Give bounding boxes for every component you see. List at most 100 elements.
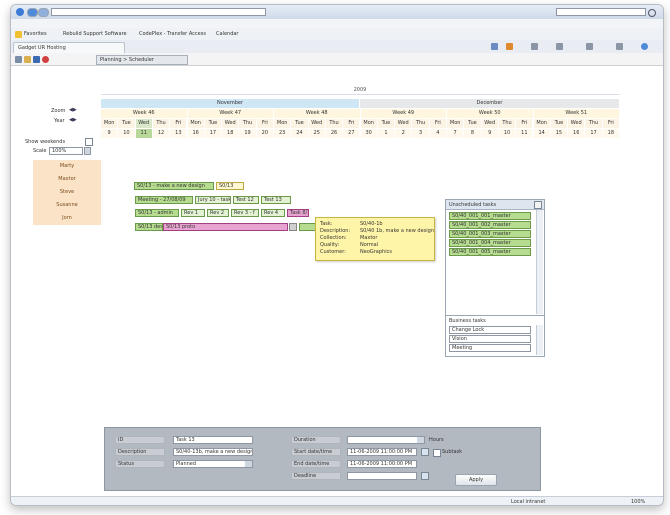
day-number-cell[interactable]: 20 [256,129,274,138]
description-field[interactable]: S0/40-13b, make a new design [173,448,253,456]
tools-menu-icon[interactable] [616,43,623,50]
day-number-cell[interactable]: 18 [602,129,620,138]
business-scrollbar[interactable] [536,325,543,355]
task-bar[interactable]: Test 12 [233,196,259,204]
day-number-cell[interactable]: 23 [274,129,292,138]
feed-icon[interactable] [506,43,513,50]
task-bar[interactable]: Rev 3 - f [231,209,259,217]
unscheduled-task-item[interactable]: S0/40_001_004_master [449,239,531,247]
day-number-cell[interactable]: 4 [429,129,447,138]
help-icon[interactable] [641,43,648,50]
unscheduled-scrollbar[interactable] [536,210,543,314]
new-icon[interactable] [15,56,22,63]
day-number-cell[interactable]: 12 [152,129,171,138]
address-bar[interactable] [51,8,266,16]
end-datetime-field[interactable]: 11-06-2009 11:00:00 PM [347,460,417,468]
print-icon[interactable] [531,43,538,50]
business-task-item[interactable]: Vision [449,335,531,343]
favorites-item[interactable]: CodePlex - Transfer Access [139,31,206,37]
day-number-cell[interactable]: 27 [343,129,361,138]
task-bar[interactable]: Test 13 [261,196,291,204]
day-number-cell[interactable]: 7 [447,129,465,138]
deadline-field[interactable] [347,472,417,480]
task-bar[interactable]: Rev 4 [261,209,285,217]
subtask-checkbox[interactable] [433,449,441,457]
favorites-item[interactable]: Rebuild Support Software [63,31,127,37]
search-box[interactable] [556,8,646,16]
duration-field[interactable] [347,436,425,444]
day-number-cell[interactable]: 16 [187,129,205,138]
day-number-cell[interactable]: 1 [377,129,396,138]
task-bar[interactable]: S0/13 [216,182,244,190]
status-dropdown-arrow[interactable] [245,461,252,467]
resource-row-maxtor[interactable]: Maxtor [33,173,101,187]
day-number-cell[interactable]: 17 [204,129,223,138]
open-icon[interactable] [24,56,31,63]
close-icon[interactable] [534,201,542,209]
task-bar-selected[interactable]: Task 8/13 [287,209,309,217]
id-field[interactable]: Task 13 [173,436,253,444]
task-bar[interactable]: S0/13 design review [135,223,163,231]
day-number-cell[interactable]: 26 [325,129,344,138]
task-bar[interactable]: Rev 1 [181,209,205,217]
breadcrumb[interactable]: Planning > Scheduler [96,55,188,65]
day-number-cell[interactable]: 14 [533,129,551,138]
resource-row-marty[interactable]: Marty [33,160,101,174]
task-bar[interactable]: S0/13 proto [163,223,288,231]
star-icon[interactable] [15,31,22,38]
forward-button[interactable] [38,8,49,17]
day-number-cell[interactable]: 30 [360,129,378,138]
day-number-cell[interactable]: 8 [464,129,482,138]
day-number-cell[interactable]: 19 [239,129,257,138]
resource-row-susanne[interactable]: Susanne [33,199,101,213]
day-number-cell[interactable]: 16 [568,129,586,138]
save-icon[interactable] [33,56,40,63]
status-select[interactable]: Planned [173,460,253,468]
favorites-item[interactable]: Calendar [216,31,238,37]
safety-menu-icon[interactable] [586,43,593,50]
unscheduled-task-item[interactable]: S0/40_001_005_master [449,248,531,256]
favorites-item[interactable]: Favorites [24,31,47,37]
duration-dropdown-arrow[interactable] [417,437,424,443]
refresh-icon[interactable] [42,56,49,63]
task-bar[interactable]: Jury 10 - task [195,196,231,204]
zoom-arrows[interactable]: ◀▶ [69,107,77,113]
day-number-cell[interactable]: 13 [170,129,188,138]
unscheduled-task-item[interactable]: S0/40_001_001_master [449,212,531,220]
resource-row-steve[interactable]: Steve [33,186,101,200]
start-calendar-icon[interactable] [421,448,429,456]
business-task-item[interactable]: Change Lock [449,326,531,334]
day-number-cell[interactable]: 11 [135,129,153,138]
task-bar[interactable] [289,223,297,231]
day-number-cell[interactable]: 11 [516,129,534,138]
apply-button[interactable]: Apply [455,474,497,486]
business-task-item[interactable]: Meeting [449,344,531,352]
day-number-cell[interactable]: 24 [291,129,309,138]
show-weekends-checkbox[interactable] [85,138,93,146]
day-number-cell[interactable]: 10 [118,129,136,138]
day-number-cell[interactable]: 18 [222,129,240,138]
task-bar[interactable]: S0/13 - make a new design [134,182,214,190]
zoom-level[interactable]: 100% [631,499,645,505]
deadline-calendar-icon[interactable] [421,472,429,480]
year-arrows[interactable]: ◀▶ [69,117,77,123]
day-number-cell[interactable]: 10 [498,129,517,138]
task-bar[interactable]: S0/13 - admin [135,209,179,217]
page-menu-icon[interactable] [556,43,563,50]
resource-row-jorn[interactable]: Jorn [33,212,101,226]
start-datetime-field[interactable]: 11-06-2009 11:00:00 PM [347,448,417,456]
scale-select[interactable]: 100% [49,147,83,155]
day-number-cell[interactable]: 3 [412,129,430,138]
day-number-cell[interactable]: 9 [101,129,119,138]
unscheduled-task-item[interactable]: S0/40_001_003_master [449,230,531,238]
search-icon[interactable] [648,9,656,17]
day-number-cell[interactable]: 25 [308,129,326,138]
task-bar[interactable]: Rev 2 [207,209,229,217]
unscheduled-task-item[interactable]: S0/40_001_002_master [449,221,531,229]
back-button[interactable] [27,8,38,17]
day-number-cell[interactable]: 15 [550,129,569,138]
scale-dropdown-arrow[interactable] [84,147,91,155]
task-bar[interactable]: Meeting - 27/08/09 [135,196,193,204]
day-number-cell[interactable]: 17 [585,129,603,138]
active-tab[interactable]: Gadget UR Hosting [13,42,125,53]
